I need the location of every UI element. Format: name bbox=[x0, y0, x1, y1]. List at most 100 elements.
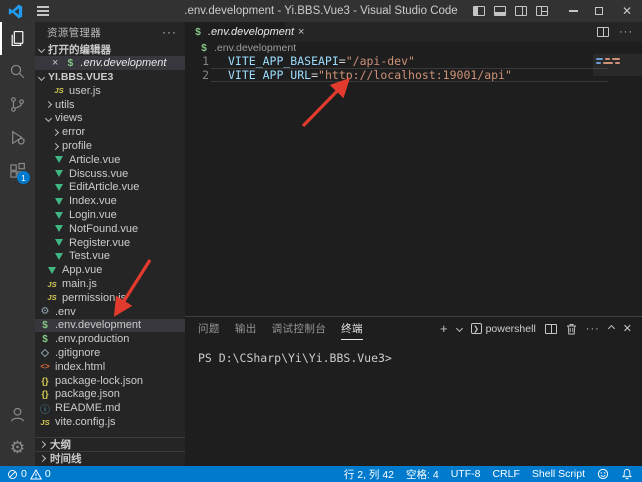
extensions-badge: 1 bbox=[17, 171, 30, 184]
tree-item-error[interactable]: error bbox=[35, 125, 185, 139]
notifications-button[interactable] bbox=[621, 468, 633, 480]
terminal-profile[interactable]: ❯ powershell bbox=[471, 323, 536, 335]
maximize-panel-icon[interactable] bbox=[608, 325, 615, 332]
indentation[interactable]: 空格: 4 bbox=[406, 467, 439, 482]
tree-item-user-js[interactable]: JSuser.js bbox=[35, 84, 185, 98]
code-lines: 1VITE_APP_BASEAPI="/api-dev"2VITE_APP_UR… bbox=[185, 54, 642, 82]
tree-item-label: Index.vue bbox=[69, 195, 117, 207]
close-button[interactable]: ✕ bbox=[612, 0, 642, 22]
tree-item-env-development[interactable]: $.env.development bbox=[35, 319, 185, 333]
terminal-dropdown-icon[interactable] bbox=[456, 325, 463, 332]
project-section-header[interactable]: YI.BBS.VUE3 bbox=[35, 70, 185, 84]
run-debug-activity-button[interactable] bbox=[0, 121, 35, 154]
tree-item-main-js[interactable]: JSmain.js bbox=[35, 277, 185, 291]
tree-item-label: Test.vue bbox=[69, 250, 110, 262]
tree-item-utils[interactable]: utils bbox=[35, 98, 185, 112]
toggle-sidebar-icon[interactable] bbox=[468, 0, 489, 22]
tree-item-permission-js[interactable]: JSpermission.js bbox=[35, 291, 185, 305]
tree-item-label: Article.vue bbox=[69, 154, 120, 166]
code-line-2[interactable]: 2VITE_APP_URL="http://localhost:19001/ap… bbox=[185, 68, 642, 82]
tree-item-env-production[interactable]: $.env.production bbox=[35, 332, 185, 346]
tree-item-package-json[interactable]: {}package.json bbox=[35, 388, 185, 402]
extensions-activity-button[interactable]: 1 bbox=[0, 154, 35, 187]
tree-item-index-vue[interactable]: Index.vue bbox=[35, 194, 185, 208]
split-terminal-icon[interactable] bbox=[545, 324, 557, 334]
title-bar: .env.development - Yi.BBS.Vue3 - Visual … bbox=[0, 0, 642, 22]
tree-item-readme-md[interactable]: ⓘREADME.md bbox=[35, 401, 185, 415]
toggle-secondary-sidebar-icon[interactable] bbox=[510, 0, 531, 22]
minimap[interactable] bbox=[593, 54, 642, 114]
tree-item-label: App.vue bbox=[62, 264, 102, 276]
tree-item-profile[interactable]: profile bbox=[35, 139, 185, 153]
search-activity-button[interactable] bbox=[0, 55, 35, 88]
close-tab-icon[interactable]: × bbox=[298, 26, 304, 38]
open-editors-section-header[interactable]: 打开的编辑器 bbox=[35, 42, 185, 56]
explorer-activity-button[interactable] bbox=[0, 22, 35, 55]
tree-item-vite-config-js[interactable]: JSvite.config.js bbox=[35, 415, 185, 429]
feedback-button[interactable] bbox=[597, 468, 609, 480]
explorer-more-actions-icon[interactable]: ··· bbox=[162, 25, 177, 39]
customize-layout-icon[interactable] bbox=[531, 0, 552, 22]
code-token: = bbox=[311, 68, 318, 82]
tree-item-label: package-lock.json bbox=[55, 375, 143, 387]
chevron-down-icon bbox=[38, 73, 45, 80]
timeline-section-header[interactable]: 时间线 bbox=[35, 451, 185, 465]
warning-icon bbox=[30, 469, 42, 480]
info-file-icon: ⓘ bbox=[39, 401, 51, 416]
source-control-activity-button[interactable] bbox=[0, 88, 35, 121]
editor-area: $ .env.development × ··· $ .env.developm… bbox=[185, 22, 642, 466]
shell-file-icon: $ bbox=[198, 43, 210, 54]
breadcrumb[interactable]: $ .env.development bbox=[185, 42, 642, 54]
menu-icon[interactable] bbox=[37, 6, 49, 15]
editor-more-actions-icon[interactable]: ··· bbox=[619, 26, 633, 38]
maximize-button[interactable] bbox=[586, 0, 612, 22]
tree-item-editarticle-vue[interactable]: EditArticle.vue bbox=[35, 181, 185, 195]
tab-env-development[interactable]: $ .env.development × bbox=[185, 22, 285, 42]
tree-item-index-html[interactable]: <>index.html bbox=[35, 360, 185, 374]
tree-item-package-lock-json[interactable]: {}package-lock.json bbox=[35, 374, 185, 388]
panel-tab-调试控制台[interactable]: 调试控制台 bbox=[272, 317, 327, 340]
tree-item-article-vue[interactable]: Article.vue bbox=[35, 153, 185, 167]
split-editor-icon[interactable] bbox=[597, 27, 609, 37]
code-line-1[interactable]: 1VITE_APP_BASEAPI="/api-dev" bbox=[185, 54, 642, 68]
tree-item-label: .gitignore bbox=[55, 347, 100, 359]
new-terminal-icon[interactable]: + bbox=[440, 322, 448, 335]
close-editor-icon[interactable]: × bbox=[52, 58, 58, 69]
cursor-position[interactable]: 行 2, 列 42 bbox=[344, 467, 394, 482]
tree-item-register-vue[interactable]: Register.vue bbox=[35, 236, 185, 250]
account-button[interactable] bbox=[0, 398, 35, 431]
tree-item-label: index.html bbox=[55, 361, 105, 373]
tree-item-env[interactable]: ⚙.env bbox=[35, 305, 185, 319]
panel-tab-终端[interactable]: 终端 bbox=[341, 317, 363, 340]
tree-item-notfound-vue[interactable]: NotFound.vue bbox=[35, 222, 185, 236]
close-panel-icon[interactable]: ✕ bbox=[623, 322, 632, 335]
encoding[interactable]: UTF-8 bbox=[451, 468, 481, 480]
eol-sequence[interactable]: CRLF bbox=[492, 468, 519, 480]
problems-status[interactable]: 0 0 bbox=[7, 468, 51, 480]
tree-item-gitignore[interactable]: .gitignore bbox=[35, 346, 185, 360]
panel-tab-问题[interactable]: 问题 bbox=[198, 317, 220, 340]
panel-tab-输出[interactable]: 输出 bbox=[235, 317, 257, 340]
tree-item-views[interactable]: views bbox=[35, 112, 185, 126]
url-link[interactable]: http://localhost:19001/api bbox=[325, 68, 505, 82]
minimize-button[interactable] bbox=[560, 0, 586, 22]
outline-section-header[interactable]: 大纲 bbox=[35, 437, 185, 451]
panel-more-actions-icon[interactable]: ··· bbox=[586, 323, 600, 335]
tree-item-test-vue[interactable]: Test.vue bbox=[35, 250, 185, 264]
settings-button[interactable]: ⚙ bbox=[0, 431, 35, 464]
line-number: 1 bbox=[185, 54, 209, 68]
tree-item-app-vue[interactable]: App.vue bbox=[35, 263, 185, 277]
search-icon bbox=[9, 63, 26, 80]
chevron-right-icon bbox=[39, 441, 46, 448]
open-editor-item[interactable]: × $ .env.development bbox=[35, 56, 185, 70]
code-editor[interactable]: 1VITE_APP_BASEAPI="/api-dev"2VITE_APP_UR… bbox=[185, 54, 642, 316]
tree-item-label: main.js bbox=[62, 278, 97, 290]
bell-icon bbox=[621, 468, 633, 480]
tree-item-login-vue[interactable]: Login.vue bbox=[35, 208, 185, 222]
toggle-panel-icon[interactable] bbox=[489, 0, 510, 22]
kill-terminal-icon[interactable] bbox=[566, 323, 577, 335]
language-mode[interactable]: Shell Script bbox=[532, 468, 585, 480]
tree-item-discuss-vue[interactable]: Discuss.vue bbox=[35, 167, 185, 181]
code-token: VITE_APP_URL bbox=[228, 68, 311, 82]
terminal-output[interactable]: PS D:\CSharp\Yi\Yi.BBS.Vue3> bbox=[185, 340, 642, 365]
